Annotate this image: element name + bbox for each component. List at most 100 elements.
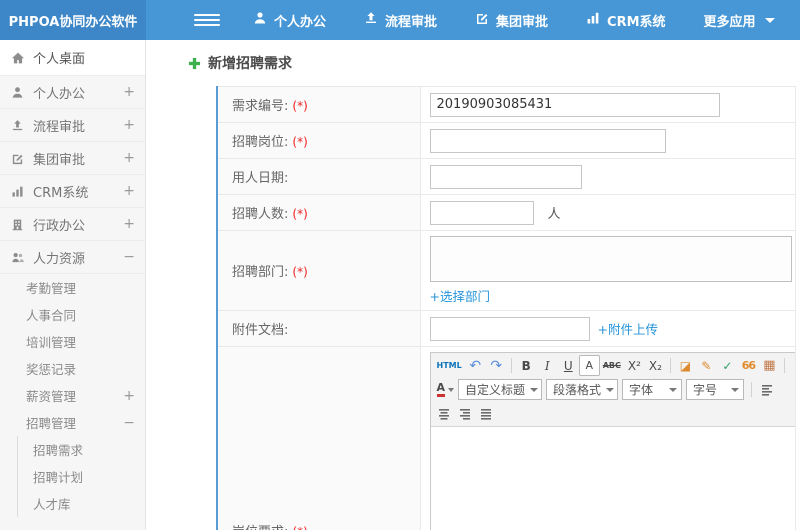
dropdown-label: 字体 (629, 383, 654, 397)
sidebar-item-label: 招聘需求 (33, 443, 84, 458)
topnav-more-apps[interactable]: 更多应用 (685, 0, 794, 40)
paragraph-format-dropdown[interactable]: 段落格式 (546, 379, 619, 400)
home-icon (11, 51, 33, 65)
html-source-button[interactable]: HTML (434, 355, 465, 376)
form-row-hire-date: 用人日期: (216, 158, 796, 195)
expand-toggle[interactable]: + (123, 389, 135, 403)
menu-toggle-icon[interactable] (194, 0, 220, 40)
field-label: 招聘岗位: (232, 135, 289, 150)
custom-heading-dropdown[interactable]: 自定义标题 (458, 379, 543, 400)
hire-date-input[interactable] (429, 164, 582, 189)
bold-button[interactable]: B (516, 355, 537, 376)
sidebar-item-recruit-plan[interactable]: 招聘计划 (18, 463, 145, 490)
spellcheck-button[interactable]: ✓ (717, 355, 738, 376)
blockquote-button[interactable]: 66 (738, 355, 759, 376)
table-button[interactable]: ▦ (759, 355, 780, 376)
position-input[interactable] (429, 128, 666, 153)
sidebar-item-training[interactable]: 培训管理 (0, 328, 145, 355)
font-family-dropdown[interactable]: 字体 (622, 379, 683, 400)
sidebar-item-crm-system[interactable]: CRM系统 + (0, 175, 145, 208)
page-title-text: 新增招聘需求 (208, 56, 292, 72)
align-center-icon[interactable] (434, 403, 455, 424)
dropdown-label: 段落格式 (553, 383, 602, 397)
sidebar-item-process-approval[interactable]: 流程审批 + (0, 109, 145, 142)
collapse-toggle[interactable]: − (123, 250, 135, 264)
top-navigation: 个人办公 流程审批 集团审批 CRM系统 更多应用 (234, 0, 794, 40)
required-mark: (*) (292, 135, 308, 149)
superscript-button[interactable]: X² (624, 355, 645, 376)
sidebar-item-label: CRM系统 (33, 185, 89, 201)
sidebar-item-salary[interactable]: 薪资管理 + (0, 382, 145, 409)
form-row-department: 招聘部门: (*) +选择部门 (216, 230, 796, 311)
topbar: PHPOA协同办公软件 个人办公 流程审批 集团审批 CRM系统 更多应用 (0, 0, 800, 40)
rich-text-editor: HTML ↶ ↷ B I U A ABC X² X₂ ◪ ✎ ✓ 66 ▦ A … (429, 352, 796, 530)
form-row-headcount: 招聘人数: (*) 人 (216, 194, 796, 231)
topnav-label: 流程审批 (385, 14, 438, 30)
chevron-down-icon (764, 17, 775, 23)
sidebar-item-group-approval[interactable]: 集团审批 + (0, 142, 145, 175)
sidebar-item-recruit-mgmt[interactable]: 招聘管理 − (0, 409, 145, 436)
topnav-group-approval[interactable]: 集团审批 (456, 0, 567, 40)
eraser-button[interactable]: ◪ (675, 355, 696, 376)
sidebar-item-label: 个人办公 (33, 86, 86, 102)
headcount-input[interactable] (429, 200, 534, 225)
sidebar-item-recruit-demand[interactable]: 招聘需求 (18, 436, 145, 463)
attachment-upload-link[interactable]: +附件上传 (598, 319, 658, 338)
chevron-down-icon (669, 387, 678, 392)
expand-toggle[interactable]: + (123, 151, 135, 165)
sidebar-item-personal-desktop[interactable]: 个人桌面 (0, 40, 145, 76)
expand-toggle[interactable]: + (123, 217, 135, 231)
department-textarea[interactable] (429, 236, 792, 282)
sidebar-item-personal-office[interactable]: 个人办公 + (0, 76, 145, 109)
expand-toggle[interactable]: + (123, 118, 135, 132)
sidebar-item-label: 奖惩记录 (26, 362, 77, 377)
sidebar-item-label: 薪资管理 (26, 389, 77, 404)
form-row-attachment: 附件文档: +附件上传 (216, 310, 796, 347)
chevron-down-icon (448, 387, 455, 392)
demand-no-input[interactable] (429, 92, 720, 117)
topnav-crm-system[interactable]: CRM系统 (567, 0, 685, 40)
italic-button[interactable]: I (537, 355, 558, 376)
remove-format-button[interactable]: A (578, 355, 600, 376)
subscript-button[interactable]: X₂ (645, 355, 666, 376)
format-brush-button[interactable]: ✎ (696, 355, 717, 376)
undo-button[interactable]: ↶ (465, 355, 486, 376)
toolbar-separator (751, 382, 753, 397)
align-right-icon[interactable] (455, 403, 476, 424)
font-color-button[interactable]: A (434, 379, 458, 400)
field-label: 需求编号: (232, 99, 289, 114)
expand-toggle[interactable]: + (123, 184, 135, 198)
sidebar-item-admin-office[interactable]: 行政办公 + (0, 208, 145, 241)
dropdown-label: 自定义标题 (465, 383, 526, 397)
sidebar-item-label: 考勤管理 (26, 281, 77, 296)
topnav-process-approval[interactable]: 流程审批 (345, 0, 456, 40)
topnav-label: 个人办公 (274, 14, 327, 30)
sidebar-item-hr-contract[interactable]: 人事合同 (0, 301, 145, 328)
expand-toggle[interactable]: + (123, 85, 135, 99)
edit-square-icon (11, 152, 33, 165)
sidebar-item-rewards[interactable]: 奖惩记录 (0, 355, 145, 382)
app-logo: PHPOA协同办公软件 (0, 0, 146, 40)
editor-content-area[interactable] (430, 427, 795, 530)
people-icon (11, 251, 33, 264)
redo-button[interactable]: ↷ (486, 355, 507, 376)
topnav-personal-office[interactable]: 个人办公 (234, 0, 345, 40)
attachment-input[interactable] (429, 316, 590, 341)
underline-button[interactable]: U (558, 355, 579, 376)
topnav-label: 集团审批 (496, 14, 549, 30)
collapse-toggle[interactable]: − (123, 416, 135, 430)
align-justify-icon[interactable] (476, 403, 497, 424)
chevron-down-icon (530, 387, 539, 392)
select-department-link[interactable]: +选择部门 (430, 289, 490, 304)
field-label: 附件文档: (232, 323, 289, 338)
align-left-icon[interactable] (756, 379, 777, 400)
recruit-demand-form: 需求编号:(*) 招聘岗位:(*) 用人日期: (216, 86, 796, 530)
user-icon (11, 86, 33, 99)
sidebar-item-attendance[interactable]: 考勤管理 (0, 274, 145, 301)
upload-arrow-icon (11, 119, 33, 132)
sidebar-item-human-resources[interactable]: 人力资源 − (0, 241, 145, 274)
sidebar-item-label: 人才库 (33, 497, 71, 512)
strikethrough-button[interactable]: ABC (600, 355, 624, 376)
sidebar-item-talent-pool[interactable]: 人才库 (18, 490, 145, 517)
font-size-dropdown[interactable]: 字号 (686, 379, 745, 400)
